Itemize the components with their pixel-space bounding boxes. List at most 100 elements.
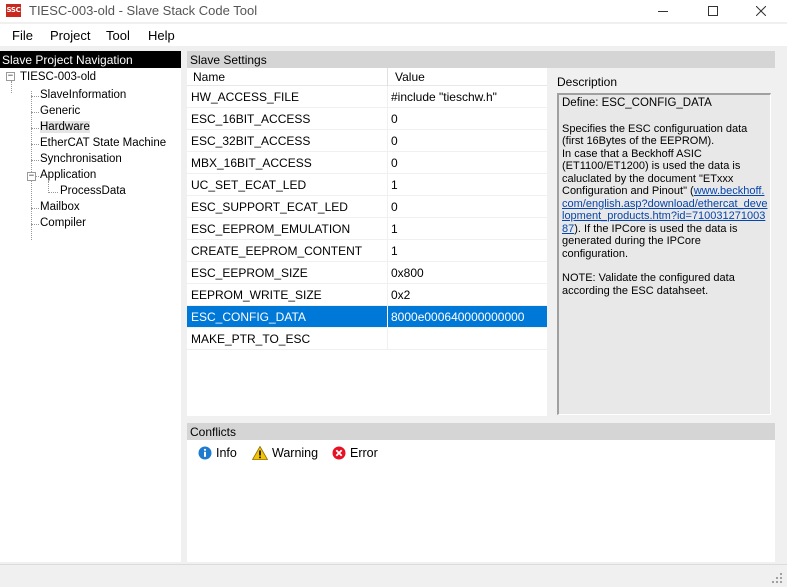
table-row[interactable]: CREATE_EEPROM_CONTENT 1	[187, 240, 547, 262]
table-row[interactable]: ESC_EEPROM_EMULATION 1	[187, 218, 547, 240]
tree-line	[31, 144, 39, 145]
menu-project[interactable]: Project	[50, 28, 90, 43]
description-paragraph: Specifies the ESC configuruation data (f…	[562, 123, 768, 148]
table-row[interactable]: HW_ACCESS_FILE #include "tieschw.h"	[187, 86, 547, 108]
status-bar	[0, 564, 787, 587]
close-button[interactable]	[738, 0, 784, 22]
setting-name: EEPROM_WRITE_SIZE	[191, 288, 322, 302]
error-filter-label: Error	[350, 446, 378, 460]
cell-divider	[387, 328, 388, 350]
cell-divider	[387, 108, 388, 130]
cell-divider	[387, 196, 388, 218]
tree-line	[31, 208, 39, 209]
maximize-icon	[708, 6, 718, 16]
description-title: Description	[557, 75, 618, 89]
tree-item-compiler[interactable]: Compiler	[40, 216, 86, 231]
setting-name: ESC_EEPROM_SIZE	[191, 266, 308, 280]
warning-icon	[252, 446, 268, 460]
column-header-value[interactable]: Value	[395, 70, 425, 84]
cell-divider	[387, 240, 388, 262]
table-row[interactable]: ESC_32BIT_ACCESS 0	[187, 130, 547, 152]
tree-line	[36, 176, 39, 177]
error-filter-button[interactable]: Error	[332, 445, 378, 461]
description-paragraph: In case that a Beckhoff ASIC (ET1100/ET1…	[562, 148, 768, 261]
setting-value[interactable]: 0x2	[391, 288, 410, 302]
setting-value[interactable]: 0x800	[391, 266, 424, 280]
setting-name: MAKE_PTR_TO_ESC	[191, 332, 311, 346]
table-row[interactable]: EEPROM_WRITE_SIZE 0x2	[187, 284, 547, 306]
setting-name: ESC_SUPPORT_ECAT_LED	[191, 200, 348, 214]
navigation-header: Slave Project Navigation	[0, 51, 181, 68]
slave-settings-header: Slave Settings	[187, 51, 775, 68]
table-row[interactable]: UC_SET_ECAT_LED 1	[187, 174, 547, 196]
collapse-toggle-root[interactable]: −	[6, 72, 15, 81]
info-filter-button[interactable]: Info	[198, 445, 237, 461]
tree-line	[31, 160, 39, 161]
tree-item-slave-information[interactable]: SlaveInformation	[40, 88, 126, 103]
setting-name: MBX_16BIT_ACCESS	[191, 156, 312, 170]
title-bar: SSC TIESC-003-old - Slave Stack Code Too…	[0, 0, 787, 22]
description-text-3: ). If the IPCore is used the data is gen…	[562, 222, 738, 260]
setting-value[interactable]: 0	[391, 200, 398, 214]
tree-item-generic[interactable]: Generic	[40, 104, 80, 119]
cell-divider	[387, 284, 388, 306]
minimize-button[interactable]	[640, 0, 686, 22]
table-row[interactable]: MAKE_PTR_TO_ESC	[187, 328, 547, 350]
tree-item-synchronisation[interactable]: Synchronisation	[40, 152, 122, 167]
tree-line	[31, 96, 39, 97]
table-row[interactable]: ESC_16BIT_ACCESS 0	[187, 108, 547, 130]
setting-value[interactable]: 0	[391, 134, 398, 148]
collapse-toggle-application[interactable]: −	[27, 172, 36, 181]
setting-name: CREATE_EEPROM_CONTENT	[191, 244, 363, 258]
cell-divider	[387, 130, 388, 152]
app-icon: SSC	[6, 4, 21, 17]
resize-grip-icon[interactable]	[771, 572, 783, 584]
setting-value[interactable]: 0	[391, 156, 398, 170]
navigation-panel: Slave Project Navigation − TIESC-003-old…	[0, 51, 181, 562]
cell-divider	[387, 152, 388, 174]
menu-file[interactable]: File	[12, 28, 33, 43]
cell-divider	[387, 174, 388, 196]
menu-bar: File Project Tool Help	[0, 24, 787, 46]
setting-value[interactable]: 1	[391, 178, 398, 192]
info-filter-label: Info	[216, 446, 237, 460]
setting-value[interactable]: 1	[391, 244, 398, 258]
tree-item-application[interactable]: Application	[40, 168, 96, 183]
conflicts-header: Conflicts	[187, 423, 775, 440]
menu-help[interactable]: Help	[148, 28, 175, 43]
table-row[interactable]: MBX_16BIT_ACCESS 0	[187, 152, 547, 174]
description-panel: Description Define: ESC_CONFIG_DATA Spec…	[547, 68, 775, 416]
tree-line	[11, 81, 12, 93]
warning-filter-button[interactable]: Warning	[252, 445, 318, 461]
tree-item-ethercat-state-machine[interactable]: EtherCAT State Machine	[40, 136, 166, 151]
tree-item-mailbox[interactable]: Mailbox	[40, 200, 80, 215]
window-title: TIESC-003-old - Slave Stack Code Tool	[29, 3, 258, 18]
grid-header: Name Value	[187, 68, 547, 86]
setting-name: HW_ACCESS_FILE	[191, 90, 300, 104]
tree-item-root[interactable]: TIESC-003-old	[20, 70, 96, 85]
table-row[interactable]: ESC_SUPPORT_ECAT_LED 0	[187, 196, 547, 218]
setting-value[interactable]: 8000e000640000000000	[391, 310, 524, 324]
tree-line	[31, 128, 39, 129]
column-divider	[387, 68, 388, 86]
menu-tool[interactable]: Tool	[106, 28, 130, 43]
setting-name: ESC_16BIT_ACCESS	[191, 112, 311, 126]
close-icon	[756, 6, 766, 16]
tree-item-hardware[interactable]: Hardware	[40, 120, 90, 135]
setting-name: ESC_CONFIG_DATA	[191, 310, 306, 324]
setting-value[interactable]: 1	[391, 222, 398, 236]
table-row-selected[interactable]: ESC_CONFIG_DATA 8000e000640000000000	[187, 306, 547, 328]
setting-value[interactable]: #include "tieschw.h"	[391, 90, 497, 104]
tree-line	[31, 112, 39, 113]
tree-item-process-data[interactable]: ProcessData	[60, 184, 126, 199]
setting-value[interactable]: 0	[391, 112, 398, 126]
description-textbox[interactable]: Define: ESC_CONFIG_DATA Specifies the ES…	[557, 93, 771, 415]
description-define: Define: ESC_CONFIG_DATA	[562, 97, 712, 109]
minimize-icon	[658, 11, 668, 12]
column-header-name[interactable]: Name	[193, 70, 225, 84]
maximize-button[interactable]	[690, 0, 736, 22]
settings-grid: Name Value HW_ACCESS_FILE #include "tiesc…	[187, 68, 547, 416]
table-row[interactable]: ESC_EEPROM_SIZE 0x800	[187, 262, 547, 284]
description-note: NOTE: Validate the configured data accor…	[562, 272, 735, 297]
cell-divider	[387, 262, 388, 284]
